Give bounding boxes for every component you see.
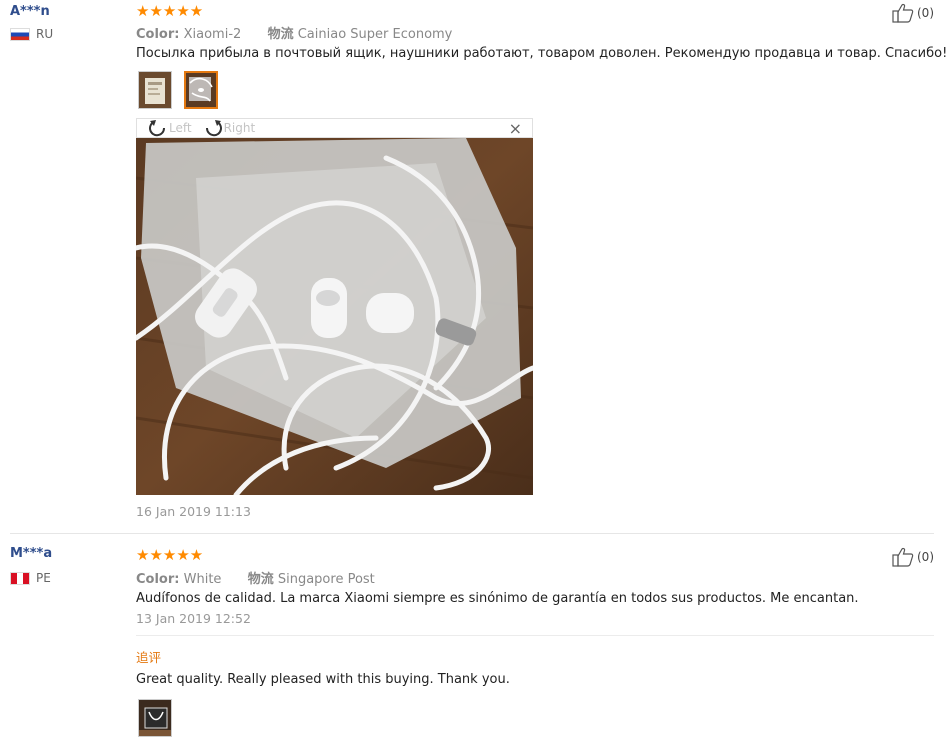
color-value: White	[183, 572, 222, 587]
reviewer-name[interactable]: M***a	[10, 546, 52, 561]
earphones-photo-image	[136, 138, 533, 495]
star-rating: ★★★★★	[136, 2, 204, 20]
peru-flag-icon	[10, 571, 30, 585]
thumbnail-pointer-icon	[200, 107, 212, 109]
additional-feedback-text: Great quality. Really pleased with this …	[136, 672, 510, 687]
rotate-left-icon	[149, 120, 166, 137]
rotate-right-icon	[205, 120, 222, 137]
russia-flag-icon	[10, 27, 30, 41]
review-photo-thumbnail[interactable]	[138, 71, 172, 109]
review-divider	[10, 533, 934, 534]
rotate-left-label: Left	[169, 121, 192, 135]
earphones-box-thumbnail-image	[139, 700, 171, 736]
review-photo-large	[136, 138, 533, 495]
star-rating: ★★★★★	[136, 546, 204, 564]
additional-feedback-divider	[136, 635, 934, 636]
additional-feedback-title: 追评	[136, 650, 162, 665]
reviewer-country: PE	[10, 571, 51, 585]
reviewer-name[interactable]: A***n	[10, 4, 50, 19]
thumbs-up-icon	[892, 547, 914, 567]
review-text: Посылка прибыла в почтовый ящик, наушник…	[136, 46, 949, 61]
rotate-right-label: Right	[223, 121, 256, 135]
country-code: RU	[36, 27, 54, 41]
rotate-right-button[interactable]: Right	[202, 119, 256, 137]
review-date: 16 Jan 2019 11:13	[136, 504, 251, 519]
helpful-button[interactable]: (0)	[892, 3, 934, 23]
review-item: A***n RU ★★★★★ Color: Xiaomi-2 物流 Cainia…	[0, 0, 949, 535]
country-code: PE	[36, 571, 51, 585]
image-viewer-toolbar: Left Right ×	[136, 118, 533, 138]
color-label: Color:	[136, 572, 180, 587]
color-value: Xiaomi-2	[183, 27, 242, 42]
review-photo-thumbnail[interactable]	[138, 699, 172, 737]
color-label: Color:	[136, 27, 180, 42]
review-meta: Color: Xiaomi-2 物流 Cainiao Super Economy	[136, 23, 452, 42]
review-date: 13 Jan 2019 12:52	[136, 611, 251, 626]
review-meta: Color: White 物流 Singapore Post	[136, 568, 375, 587]
review-photo-thumbnail-selected[interactable]	[184, 71, 218, 109]
rotate-left-button[interactable]: Left	[147, 119, 192, 137]
box-photo-thumbnail-image	[139, 72, 171, 108]
shipping-label: 物流	[267, 27, 294, 42]
shipping-label: 物流	[247, 572, 274, 587]
close-viewer-button[interactable]: ×	[509, 120, 522, 138]
thumbs-up-icon	[892, 3, 914, 23]
review-item: M***a PE ★★★★★ Color: White 物流 Singapore…	[0, 535, 949, 741]
helpful-button[interactable]: (0)	[892, 547, 934, 567]
helpful-count: (0)	[917, 550, 934, 564]
earphones-thumbnail-image	[186, 73, 216, 107]
review-text: Audífonos de calidad. La marca Xiaomi si…	[136, 591, 859, 606]
reviewer-country: RU	[10, 27, 53, 41]
shipping-value: Cainiao Super Economy	[297, 27, 453, 42]
helpful-count: (0)	[917, 6, 934, 20]
shipping-value: Singapore Post	[277, 572, 375, 587]
